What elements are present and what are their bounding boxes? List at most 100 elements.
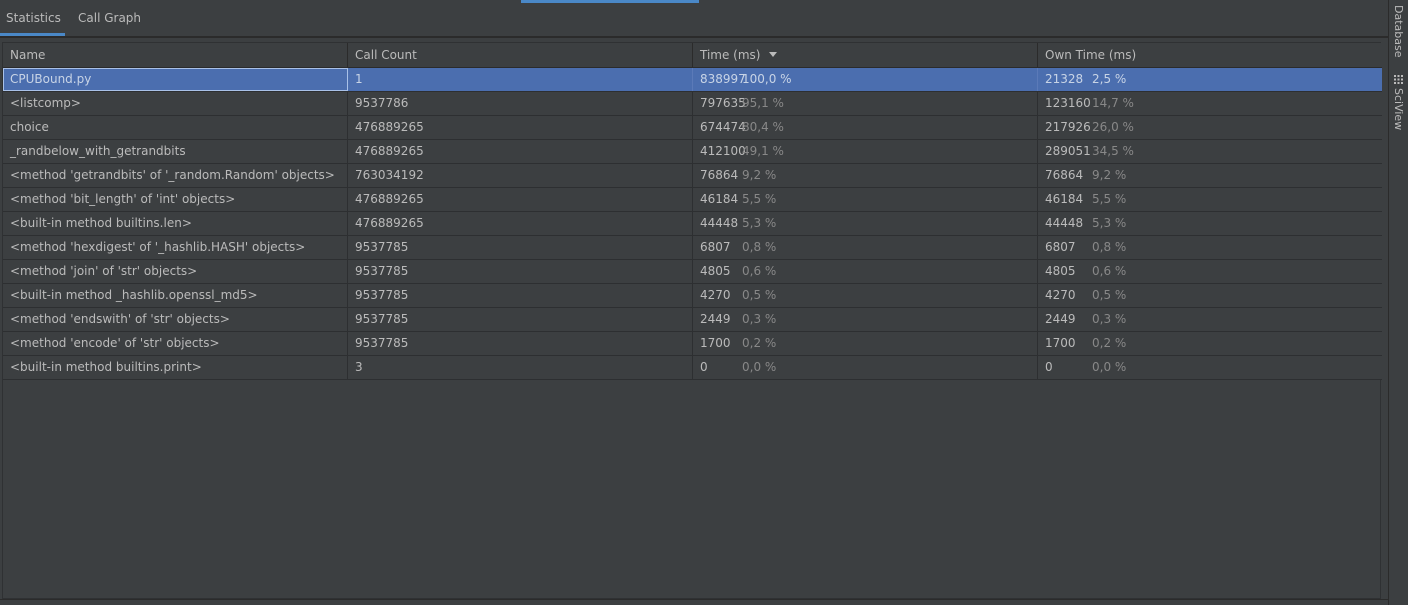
own-time-percent: 26,0 % [1092, 120, 1134, 134]
profiler-window: Statistics Call Graph Name Call Count Ti… [0, 0, 1408, 605]
time-value: 44448 [700, 216, 739, 230]
table-row[interactable]: <method 'hexdigest' of '_hashlib.HASH' o… [3, 236, 1382, 260]
time-cell[interactable]: 46184 5,5 % [693, 188, 1038, 211]
call-count-cell[interactable]: 9537785 [348, 236, 693, 259]
table-row[interactable]: <method 'bit_length' of 'int' objects> 47… [3, 188, 1382, 212]
time-cell[interactable]: 2449 0,3 % [693, 308, 1038, 331]
time-cell[interactable]: 838997 100,0 % [693, 68, 1038, 91]
function-name-cell[interactable]: <built-in method builtins.len> [3, 212, 348, 235]
function-name-cell[interactable]: _randbelow_with_getrandbits [3, 140, 348, 163]
own-time-value: 4270 [1045, 288, 1076, 302]
table-row[interactable]: <built-in method _hashlib.openssl_md5> 95… [3, 284, 1382, 308]
call-count-cell[interactable]: 476889265 [348, 188, 693, 211]
table-row[interactable]: CPUBound.py 1 838997 100,0 % 21328 2,5 % [3, 68, 1382, 92]
table-row[interactable]: <method 'join' of 'str' objects> 9537785 4… [3, 260, 1382, 284]
function-name-cell[interactable]: <method 'endswith' of 'str' objects> [3, 308, 348, 331]
tab-call-graph[interactable]: Call Graph [78, 0, 141, 36]
function-name-cell[interactable]: choice [3, 116, 348, 139]
time-value: 1700 [700, 336, 731, 350]
function-name-cell[interactable]: CPUBound.py [3, 68, 348, 91]
own-time-cell[interactable]: 4270 0,5 % [1038, 284, 1382, 307]
own-time-percent: 0,3 % [1092, 312, 1127, 326]
own-time-value: 1700 [1045, 336, 1076, 350]
call-count-cell[interactable]: 9537785 [348, 284, 693, 307]
own-time-cell[interactable]: 46184 5,5 % [1038, 188, 1382, 211]
time-cell[interactable]: 6807 0,8 % [693, 236, 1038, 259]
call-count-cell[interactable]: 9537785 [348, 332, 693, 355]
call-count-cell[interactable]: 476889265 [348, 212, 693, 235]
column-header-name[interactable]: Name [3, 43, 348, 67]
function-name-cell[interactable]: <method 'join' of 'str' objects> [3, 260, 348, 283]
call-count-cell[interactable]: 3 [348, 356, 693, 379]
column-header-call-count[interactable]: Call Count [348, 43, 693, 67]
own-time-cell[interactable]: 1700 0,2 % [1038, 332, 1382, 355]
own-time-cell[interactable]: 44448 5,3 % [1038, 212, 1382, 235]
tab-statistics[interactable]: Statistics [6, 0, 61, 36]
table-row[interactable]: <listcomp> 9537786 797635 95,1 % 123160 14,7 … [3, 92, 1382, 116]
function-name-cell[interactable]: <method 'getrandbits' of '_random.Random… [3, 164, 348, 187]
call-count-cell[interactable]: 763034192 [348, 164, 693, 187]
column-header-own-time[interactable]: Own Time (ms) [1038, 43, 1382, 67]
time-cell[interactable]: 1700 0,2 % [693, 332, 1038, 355]
own-time-cell[interactable]: 76864 9,2 % [1038, 164, 1382, 187]
own-time-percent: 5,3 % [1092, 216, 1127, 230]
call-count-cell[interactable]: 9537785 [348, 308, 693, 331]
own-time-value: 0 [1045, 360, 1053, 374]
table-row[interactable]: <method 'getrandbits' of '_random.Random… [3, 164, 1382, 188]
time-percent: 0,5 % [742, 288, 777, 302]
time-cell[interactable]: 674474 80,4 % [693, 116, 1038, 139]
own-time-cell[interactable]: 2449 0,3 % [1038, 308, 1382, 331]
active-tab-indicator [0, 33, 65, 36]
tool-tab-database[interactable]: Database [1392, 5, 1405, 58]
own-time-cell[interactable]: 6807 0,8 % [1038, 236, 1382, 259]
own-time-cell[interactable]: 0 0,0 % [1038, 356, 1382, 379]
tab-bar: Statistics Call Graph [0, 0, 1388, 37]
table-row[interactable]: _randbelow_with_getrandbits 476889265 4121… [3, 140, 1382, 164]
own-time-percent: 5,5 % [1092, 192, 1127, 206]
own-time-value: 289051 [1045, 144, 1091, 158]
column-header-time[interactable]: Time (ms) [693, 43, 1038, 67]
own-time-percent: 0,8 % [1092, 240, 1127, 254]
time-cell[interactable]: 4270 0,5 % [693, 284, 1038, 307]
function-name-cell[interactable]: <built-in method _hashlib.openssl_md5> [3, 284, 348, 307]
call-count-cell[interactable]: 1 [348, 68, 693, 91]
right-tool-strip: Database SciView [1388, 0, 1408, 605]
horizontal-scrollbar[interactable] [0, 599, 1388, 605]
call-count-cell[interactable]: 476889265 [348, 140, 693, 163]
own-time-cell[interactable]: 4805 0,6 % [1038, 260, 1382, 283]
table-row[interactable]: choice 476889265 674474 80,4 % 217926 26,0 % [3, 116, 1382, 140]
time-cell[interactable]: 412100 49,1 % [693, 140, 1038, 163]
table-body: CPUBound.py 1 838997 100,0 % 21328 2,5 % <list… [3, 68, 1382, 380]
time-value: 76864 [700, 168, 739, 182]
time-value: 6807 [700, 240, 731, 254]
time-percent: 0,0 % [742, 360, 777, 374]
function-name-cell[interactable]: <listcomp> [3, 92, 348, 115]
time-cell[interactable]: 76864 9,2 % [693, 164, 1038, 187]
drag-handle[interactable] [521, 0, 699, 3]
time-cell[interactable]: 797635 95,1 % [693, 92, 1038, 115]
function-name-cell[interactable]: <method 'hexdigest' of '_hashlib.HASH' o… [3, 236, 348, 259]
call-count-cell[interactable]: 9537786 [348, 92, 693, 115]
time-cell[interactable]: 0 0,0 % [693, 356, 1038, 379]
table-row[interactable]: <method 'endswith' of 'str' objects> 9537… [3, 308, 1382, 332]
own-time-cell[interactable]: 21328 2,5 % [1038, 68, 1382, 91]
function-name-cell[interactable]: <method 'bit_length' of 'int' objects> [3, 188, 348, 211]
function-name-cell[interactable]: <method 'encode' of 'str' objects> [3, 332, 348, 355]
tool-tab-sciview[interactable]: SciView [1392, 88, 1405, 130]
table-row[interactable]: <method 'encode' of 'str' objects> 953778… [3, 332, 1382, 356]
statistics-panel: Name Call Count Time (ms) Own Time (ms) … [0, 37, 1388, 600]
time-cell[interactable]: 44448 5,3 % [693, 212, 1038, 235]
time-value: 4805 [700, 264, 731, 278]
call-count-cell[interactable]: 9537785 [348, 260, 693, 283]
call-count-cell[interactable]: 476889265 [348, 116, 693, 139]
own-time-percent: 14,7 % [1092, 96, 1134, 110]
time-cell[interactable]: 4805 0,6 % [693, 260, 1038, 283]
own-time-value: 21328 [1045, 72, 1084, 86]
function-name-cell[interactable]: <built-in method builtins.print> [3, 356, 348, 379]
own-time-cell[interactable]: 217926 26,0 % [1038, 116, 1382, 139]
table-row[interactable]: <built-in method builtins.len> 476889265 4… [3, 212, 1382, 236]
own-time-cell[interactable]: 289051 34,5 % [1038, 140, 1382, 163]
table-row[interactable]: <built-in method builtins.print> 3 0 0,0 % 0… [3, 356, 1382, 380]
own-time-value: 4805 [1045, 264, 1076, 278]
own-time-cell[interactable]: 123160 14,7 % [1038, 92, 1382, 115]
